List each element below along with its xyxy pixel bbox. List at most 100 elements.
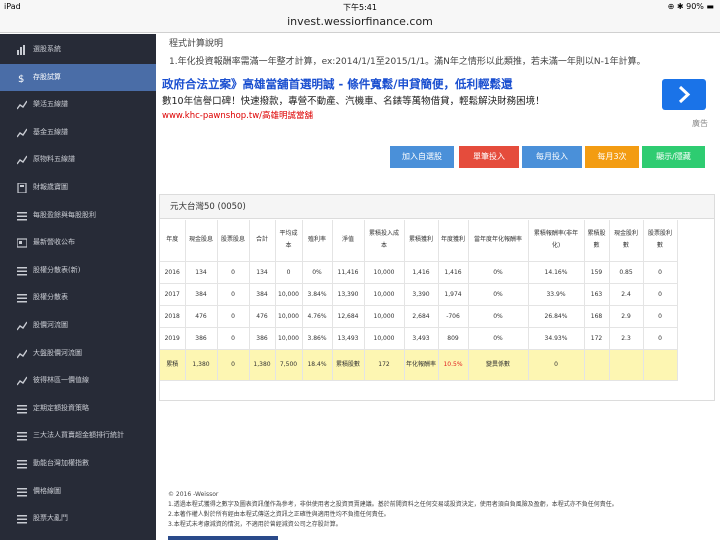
table-cell: 0 bbox=[643, 261, 678, 284]
ad-open-button[interactable] bbox=[662, 79, 706, 110]
line-chart-icon bbox=[17, 91, 27, 118]
sidebar-item-label: 大盤股價河流圖 bbox=[33, 348, 82, 357]
column-header: 年度獲利 bbox=[438, 220, 469, 262]
sidebar-item[interactable]: 最新營收公布 bbox=[0, 229, 156, 256]
sidebar: 選股系統 $ 存股試算樂活五線譜基金五線譜原物料五線譜 財報歲寶圖每股盈餘與每股股利最… bbox=[0, 34, 156, 540]
column-header: 年度 bbox=[160, 220, 186, 262]
table-cell: 10,000 bbox=[275, 327, 303, 350]
column-header: 累積獲利 bbox=[404, 220, 439, 262]
explain-title: 程式計算說明 bbox=[169, 39, 224, 49]
table-cell: 10,000 bbox=[364, 261, 405, 284]
table-row: 2019 386 0 386 10,000 3.86% 13,493 10,000 3,493 8… bbox=[160, 327, 678, 350]
table-cell: 386 bbox=[185, 327, 218, 350]
column-header: 現金股息 bbox=[185, 220, 218, 262]
sidebar-item[interactable]: 三大法人買賣超金額排行統計 bbox=[0, 422, 156, 449]
sidebar-item[interactable]: 大盤股價河流圖 bbox=[0, 340, 156, 367]
sidebar-item-label: 股權分散表 bbox=[33, 293, 68, 302]
add-watchlist-button[interactable]: 加入自選股 bbox=[390, 146, 454, 168]
column-header: 當年度年化報酬率 bbox=[468, 220, 529, 262]
table-row: 2018 476 0 476 10,000 4.76% 12,684 10,000 2,684-… bbox=[160, 305, 678, 328]
list-icon bbox=[17, 505, 27, 532]
sidebar-item-label: 每股盈餘與每股股利 bbox=[33, 210, 96, 219]
single-invest-button[interactable]: 單筆投入 bbox=[459, 146, 519, 168]
sidebar-item-label: 財報歲寶圖 bbox=[33, 183, 68, 191]
column-header: 股票股利數 bbox=[643, 220, 678, 262]
bottom-bar bbox=[168, 536, 278, 540]
svg-text:$: $ bbox=[18, 74, 24, 83]
table-cell: 0 bbox=[275, 261, 303, 284]
summary-cell: 1,380 bbox=[249, 349, 276, 381]
ad-banner[interactable]: 政府合法立案》高雄當舖首選明誠 - 條件寬鬆/申貸簡便，低利輕鬆還 數10年信譽… bbox=[162, 72, 714, 130]
sidebar-item[interactable]: 價格線圖 bbox=[0, 478, 156, 505]
table-cell: 0% bbox=[468, 327, 529, 350]
summary-cell: 變異係數 bbox=[468, 349, 529, 381]
column-header: 累積報酬率(非年化) bbox=[528, 220, 585, 262]
table-cell: 384 bbox=[249, 283, 276, 306]
toggle-display-button[interactable]: 顯示/隱藏 bbox=[642, 146, 705, 168]
sidebar-item-label: 股價河流圖 bbox=[33, 321, 68, 329]
summary-cell: 0 bbox=[217, 349, 250, 381]
sidebar-item[interactable]: 樂活五線譜 bbox=[0, 91, 156, 118]
sidebar-item[interactable]: 定期定額投資策略 bbox=[0, 395, 156, 422]
column-header: 合計 bbox=[249, 220, 276, 262]
table-cell: 2,684 bbox=[404, 305, 439, 328]
line-chart-icon bbox=[17, 119, 27, 146]
table-cell: 2019 bbox=[160, 327, 186, 350]
sidebar-item-label: 定期定額投資策略 bbox=[33, 403, 89, 412]
monthly-3x-button[interactable]: 每月3次 bbox=[585, 146, 639, 168]
sidebar-item-label: 股權分散表(新) bbox=[33, 265, 81, 274]
table-cell: 0% bbox=[302, 261, 333, 284]
summary-cell bbox=[643, 349, 678, 381]
footer-line: 3.本程式未考慮減資的情況，不適用於曾經減資公司之存股計算。 bbox=[168, 521, 342, 528]
monthly-invest-button[interactable]: 每月投入 bbox=[522, 146, 582, 168]
table-cell: 0.85 bbox=[609, 261, 644, 284]
sidebar-item[interactable]: 股價河流圖 bbox=[0, 312, 156, 339]
table-cell: 3,493 bbox=[404, 327, 439, 350]
summary-cell: 172 bbox=[364, 349, 405, 381]
sidebar-item[interactable]: 財報歲寶圖 bbox=[0, 174, 156, 201]
table-cell: 3.84% bbox=[302, 283, 333, 306]
column-header: 淨值 bbox=[332, 220, 365, 262]
table-cell: 10,000 bbox=[275, 305, 303, 328]
dollar-icon: $ bbox=[17, 64, 27, 91]
column-header: 殖利率 bbox=[302, 220, 333, 262]
sidebar-item[interactable]: 選股系統 bbox=[0, 36, 156, 63]
list-icon bbox=[17, 202, 27, 229]
sidebar-item[interactable]: 彼得林區一價值線 bbox=[0, 367, 156, 394]
table-cell: 2017 bbox=[160, 283, 186, 306]
table-cell: 13,493 bbox=[332, 327, 365, 350]
ad-title[interactable]: 政府合法立案》高雄當舖首選明誠 - 條件寬鬆/申貸簡便，低利輕鬆還 bbox=[162, 76, 512, 92]
line-chart-icon bbox=[17, 340, 27, 367]
sidebar-item[interactable]: 股權分散表(新) bbox=[0, 257, 156, 284]
sidebar-item[interactable]: 原物料五線譜 bbox=[0, 146, 156, 173]
summary-cell: 18.4% bbox=[302, 349, 333, 381]
sidebar-item[interactable]: 股票大亂鬥 bbox=[0, 505, 156, 532]
table-cell: 3.86% bbox=[302, 327, 333, 350]
sidebar-item-label: 股票大亂鬥 bbox=[33, 514, 68, 523]
table-cell: 0 bbox=[217, 327, 250, 350]
table-cell: 809 bbox=[438, 327, 469, 350]
table-cell: 10,000 bbox=[364, 327, 405, 350]
url-bar[interactable]: invest.wessiorfinance.com bbox=[0, 13, 720, 33]
table-cell: 2018 bbox=[160, 305, 186, 328]
sidebar-item[interactable]: 動能台灣加權指數 bbox=[0, 450, 156, 477]
ad-url[interactable]: www.khc-pawnshop.tw/高雄明誠當舖 bbox=[162, 109, 313, 121]
summary-cell: 累積 bbox=[160, 349, 186, 381]
table-cell: 159 bbox=[584, 261, 610, 284]
table-cell: 386 bbox=[249, 327, 276, 350]
sidebar-item-label: 原物料五線譜 bbox=[33, 155, 75, 164]
table-cell: 2.9 bbox=[609, 305, 644, 328]
table-cell: 2016 bbox=[160, 261, 186, 284]
table-cell: 476 bbox=[185, 305, 218, 328]
sidebar-item[interactable]: 股權分散表 bbox=[0, 284, 156, 311]
table-cell: 12,684 bbox=[332, 305, 365, 328]
sidebar-item[interactable]: 基金五線譜 bbox=[0, 119, 156, 146]
sidebar-item[interactable]: $ 存股試算 bbox=[0, 63, 156, 91]
list-icon bbox=[17, 478, 27, 505]
sidebar-item[interactable]: 每股盈餘與每股股利 bbox=[0, 202, 156, 229]
table-cell: 33.9% bbox=[528, 283, 585, 306]
sidebar-item-label: 最新營收公布 bbox=[33, 238, 75, 247]
newspaper-icon bbox=[17, 229, 27, 256]
result-panel: 元大台灣50 (0050) 年度 現金股息 股票股息 合計 平均成本 殖利率 淨值 累積投入成… bbox=[159, 194, 715, 401]
sidebar-item-label: 樂活五線譜 bbox=[33, 100, 68, 109]
